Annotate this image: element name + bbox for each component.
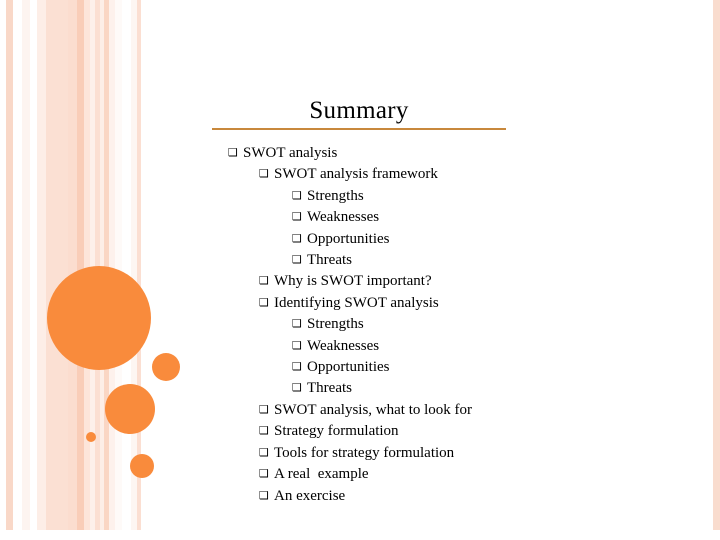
list-item-label: Why is SWOT important?: [274, 273, 432, 290]
list-item-label: Threats: [307, 252, 352, 269]
list-item-label: Weaknesses: [307, 209, 380, 226]
list-item-label: Strengths: [307, 187, 364, 204]
list-item-label: Weaknesses: [307, 337, 380, 354]
square-bullet-icon: ❑: [259, 488, 269, 502]
list-item-label: Strategy formulation: [274, 423, 399, 440]
stripe-16: [122, 0, 131, 530]
list-item-label: Opportunities: [307, 359, 390, 376]
list-item-label: Tools for strategy formulation: [274, 444, 455, 461]
slide-canvas: Summary ❑ SWOT analysis ❑ SWOT analysis fra…: [0, 0, 720, 540]
circle-small: [152, 353, 180, 381]
list-item: ❑ Threats: [228, 250, 698, 271]
list-item-label: Strengths: [307, 316, 364, 333]
square-bullet-icon: ❑: [259, 274, 269, 288]
list-item: ❑ A real example: [228, 464, 698, 485]
list-item: ❑ Weaknesses: [228, 336, 698, 357]
title-underline-rule: [212, 128, 506, 130]
list-item: ❑ Why is SWOT important?: [228, 271, 698, 292]
left-stripe-decoration: [0, 0, 150, 530]
square-bullet-icon: ❑: [292, 231, 302, 245]
stripe-8: [77, 0, 84, 530]
list-item-label: An exercise: [274, 487, 346, 504]
square-bullet-icon: ❑: [292, 210, 302, 224]
stripe-2: [13, 0, 22, 530]
square-bullet-icon: ❑: [259, 445, 269, 459]
list-item-label: SWOT analysis framework: [274, 166, 438, 183]
stripe-3: [22, 0, 30, 530]
list-item: ❑ Strengths: [228, 314, 698, 335]
square-bullet-icon: ❑: [292, 317, 302, 331]
list-item: ❑ Weaknesses: [228, 207, 698, 228]
list-item-label: Opportunities: [307, 230, 390, 247]
square-bullet-icon: ❑: [228, 146, 238, 159]
list-item: ❑ Strategy formulation: [228, 421, 698, 442]
square-bullet-icon: ❑: [259, 295, 269, 309]
stripe-1: [6, 0, 13, 530]
circle-large: [47, 266, 151, 370]
list-item-label: SWOT analysis, what to look for: [274, 401, 473, 418]
list-item: ❑ Opportunities: [228, 357, 698, 378]
square-bullet-icon: ❑: [259, 167, 269, 181]
square-bullet-icon: ❑: [292, 381, 302, 395]
bullet-list: ❑ SWOT analysis ❑ SWOT analysis framework ❑ S…: [228, 143, 698, 507]
circle-medium: [105, 384, 155, 434]
square-bullet-icon: ❑: [259, 424, 269, 438]
stripe-15: [115, 0, 122, 530]
stripe-6: [46, 0, 68, 530]
list-item-label: Threats: [307, 380, 352, 397]
list-item: ❑ Strengths: [228, 186, 698, 207]
square-bullet-icon: ❑: [292, 188, 302, 202]
list-item: ❑ SWOT analysis: [228, 143, 698, 164]
square-bullet-icon: ❑: [259, 467, 269, 481]
list-item: ❑ SWOT analysis framework: [228, 164, 698, 185]
list-item: ❑ Tools for strategy formulation: [228, 443, 698, 464]
square-bullet-icon: ❑: [292, 253, 302, 267]
stripe-4: [30, 0, 37, 530]
list-item-label: SWOT analysis: [243, 145, 338, 161]
list-item: ❑ An exercise: [228, 486, 698, 507]
stripe-7: [68, 0, 77, 530]
title-block: Summary: [212, 96, 506, 130]
list-item-label: A real example: [274, 466, 369, 483]
square-bullet-icon: ❑: [292, 338, 302, 352]
right-edge-stripe: [713, 0, 720, 530]
square-bullet-icon: ❑: [292, 360, 302, 374]
list-item: ❑ Threats: [228, 378, 698, 399]
stripe-19: [141, 0, 150, 530]
list-item-label: Identifying SWOT analysis: [274, 294, 439, 311]
square-bullet-icon: ❑: [259, 402, 269, 416]
circle-tiny: [86, 432, 96, 442]
page-title: Summary: [309, 97, 409, 124]
circle-bottom: [130, 454, 154, 478]
list-item: ❑ Opportunities: [228, 229, 698, 250]
stripe-5: [37, 0, 46, 530]
list-item: ❑ Identifying SWOT analysis: [228, 293, 698, 314]
list-item: ❑ SWOT analysis, what to look for: [228, 400, 698, 421]
